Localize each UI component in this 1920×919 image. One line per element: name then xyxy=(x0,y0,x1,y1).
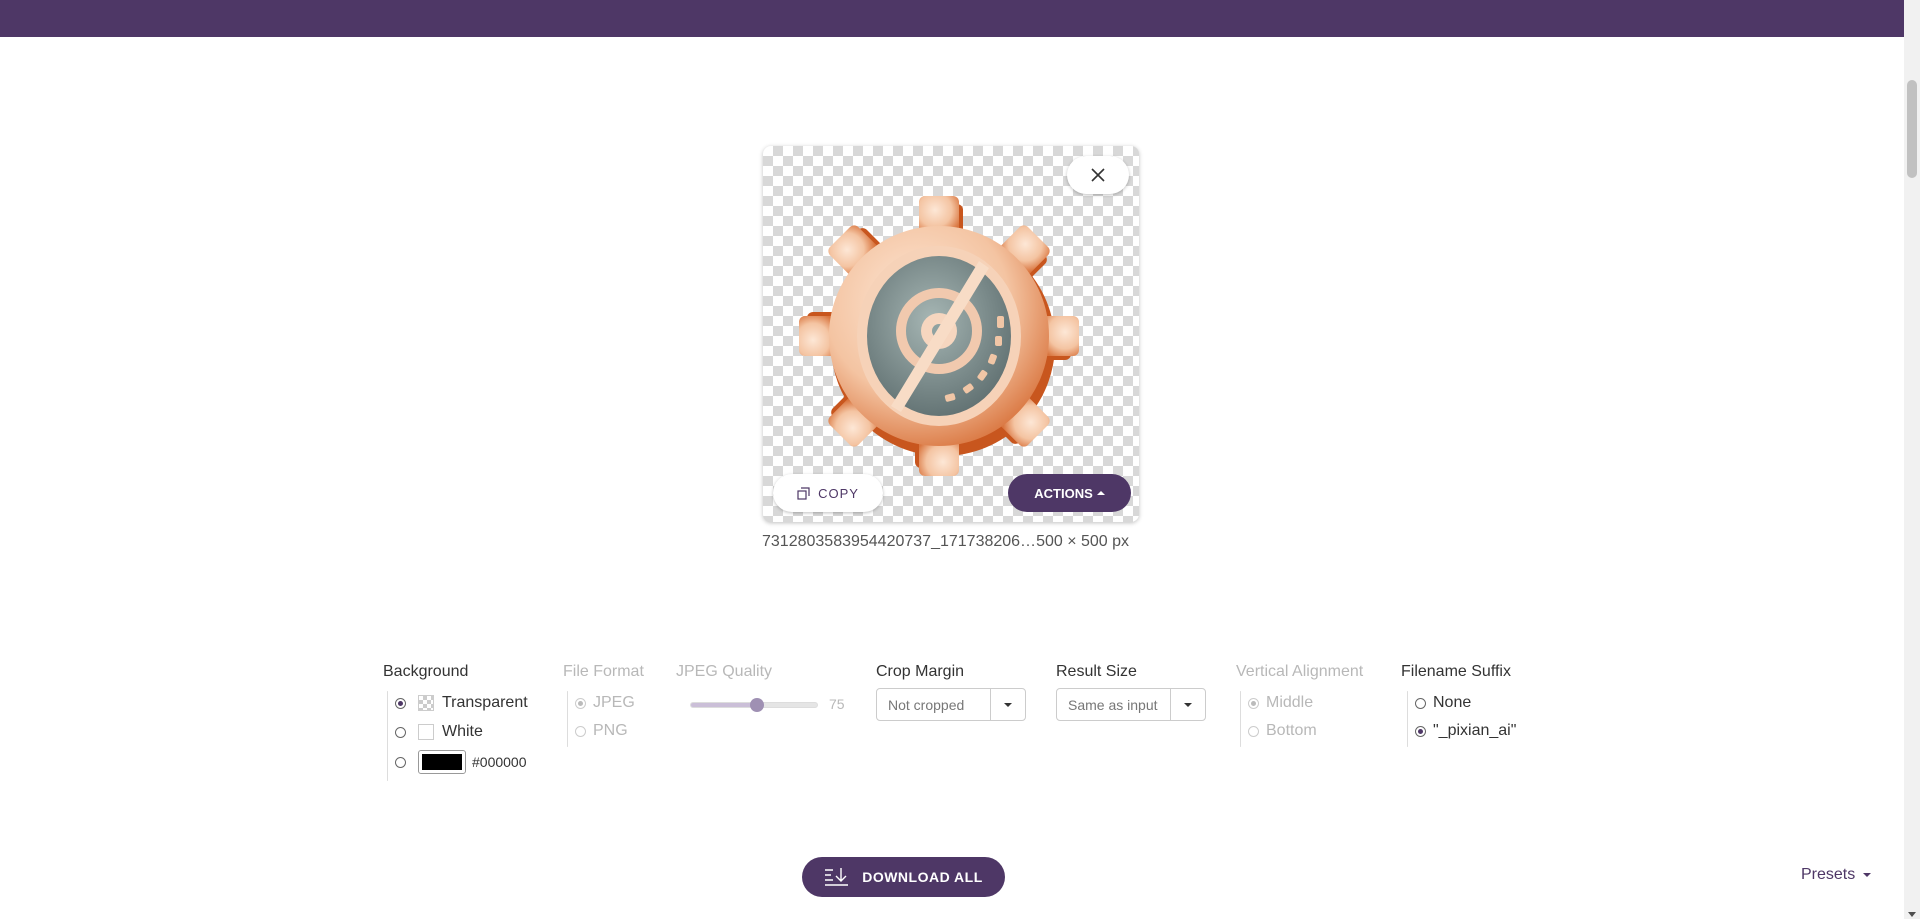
filename-suffix-group-border xyxy=(1407,691,1408,747)
presets-dropdown[interactable]: Presets xyxy=(1801,866,1872,884)
file-format-png-radio[interactable] xyxy=(575,725,586,737)
image-dimensions: 500 × 500 px xyxy=(1036,533,1130,550)
jpeg-quality-value: 75 xyxy=(829,696,845,712)
image-filename: 7312803583954420737_171738206… xyxy=(762,533,1037,550)
copy-icon xyxy=(797,486,810,500)
background-title: Background xyxy=(383,663,469,680)
background-transparent-label: Transparent xyxy=(442,694,528,711)
result-size-value: Same as input xyxy=(1068,696,1158,713)
file-format-option-png[interactable]: PNG xyxy=(575,722,628,740)
color-picker[interactable] xyxy=(418,750,466,774)
vertical-alignment-bottom-label: Bottom xyxy=(1266,722,1317,739)
file-format-jpeg-label: JPEG xyxy=(593,694,635,711)
gear-gauge-image xyxy=(799,196,1079,476)
background-transparent-radio[interactable] xyxy=(395,697,406,709)
background-color-label: #000000 xyxy=(472,754,527,770)
white-swatch-icon xyxy=(418,724,434,740)
close-button[interactable] xyxy=(1067,156,1129,194)
copy-button[interactable]: COPY xyxy=(773,474,883,512)
crop-margin-dropdown-toggle[interactable] xyxy=(990,689,1025,720)
caret-up-icon xyxy=(1096,491,1105,495)
jpeg-quality-slider-fill xyxy=(691,703,757,707)
filename-suffix-none-label: None xyxy=(1433,694,1472,711)
file-format-option-jpeg[interactable]: JPEG xyxy=(575,694,635,712)
copy-label: COPY xyxy=(818,485,859,501)
result-image-card: COPY ACTIONS xyxy=(763,146,1139,522)
filename-suffix-title: Filename Suffix xyxy=(1401,663,1511,680)
filename-suffix-pixian-label: "_pixian_ai" xyxy=(1433,722,1517,739)
filename-suffix-none-radio[interactable] xyxy=(1415,697,1426,709)
close-icon xyxy=(1091,168,1105,182)
vertical-alignment-middle-radio[interactable] xyxy=(1248,697,1259,709)
file-format-png-label: PNG xyxy=(593,722,628,739)
background-white-label: White xyxy=(442,723,483,740)
background-color-radio[interactable] xyxy=(395,756,406,768)
vertical-alignment-group-border xyxy=(1240,691,1241,747)
background-option-transparent[interactable]: Transparent xyxy=(395,694,528,712)
top-bar xyxy=(0,0,1904,37)
actions-label: ACTIONS xyxy=(1034,485,1093,501)
background-option-white[interactable]: White xyxy=(395,723,483,741)
file-format-jpeg-radio[interactable] xyxy=(575,697,586,709)
vertical-alignment-option-bottom[interactable]: Bottom xyxy=(1248,722,1317,740)
crop-margin-title: Crop Margin xyxy=(876,663,965,680)
result-size-dropdown-toggle[interactable] xyxy=(1170,689,1205,720)
vertical-alignment-option-middle[interactable]: Middle xyxy=(1248,694,1313,712)
download-all-button[interactable]: DOWNLOAD ALL xyxy=(802,857,1005,897)
jpeg-quality-title: JPEG Quality xyxy=(676,663,773,680)
image-caption: 7312803583954420737_171738206…500 × 500 … xyxy=(762,533,1129,551)
background-group-border xyxy=(387,691,388,781)
filename-suffix-pixian-radio[interactable] xyxy=(1415,725,1426,737)
jpeg-quality-slider[interactable] xyxy=(690,698,818,712)
background-white-radio[interactable] xyxy=(395,726,406,738)
transparent-swatch-icon xyxy=(418,695,434,711)
download-list-icon xyxy=(825,868,849,886)
actions-button[interactable]: ACTIONS xyxy=(1008,474,1131,512)
vertical-alignment-title: Vertical Alignment xyxy=(1236,663,1364,680)
chevron-down-icon xyxy=(1863,873,1872,877)
crop-margin-value: Not cropped xyxy=(888,696,965,713)
jpeg-quality-slider-knob[interactable] xyxy=(749,698,764,712)
file-format-title: File Format xyxy=(563,663,644,680)
chevron-down-icon xyxy=(1184,702,1192,707)
vertical-alignment-bottom-radio[interactable] xyxy=(1248,725,1259,737)
file-format-group-border xyxy=(567,691,568,747)
filename-suffix-option-pixian[interactable]: "_pixian_ai" xyxy=(1415,722,1516,740)
result-size-title: Result Size xyxy=(1056,663,1137,680)
download-all-label: DOWNLOAD ALL xyxy=(862,869,983,885)
vertical-scrollbar[interactable] xyxy=(1904,0,1920,919)
scrollbar-thumb[interactable] xyxy=(1907,80,1917,178)
chevron-down-icon xyxy=(1004,702,1012,707)
background-option-color[interactable]: #000000 xyxy=(395,750,527,774)
crop-margin-select[interactable]: Not cropped xyxy=(876,688,1026,721)
result-size-select[interactable]: Same as input xyxy=(1056,688,1206,721)
filename-suffix-option-none[interactable]: None xyxy=(1415,694,1471,712)
scroll-down-arrow-icon[interactable] xyxy=(1908,912,1916,917)
vertical-alignment-middle-label: Middle xyxy=(1266,694,1314,711)
presets-label: Presets xyxy=(1801,866,1856,883)
